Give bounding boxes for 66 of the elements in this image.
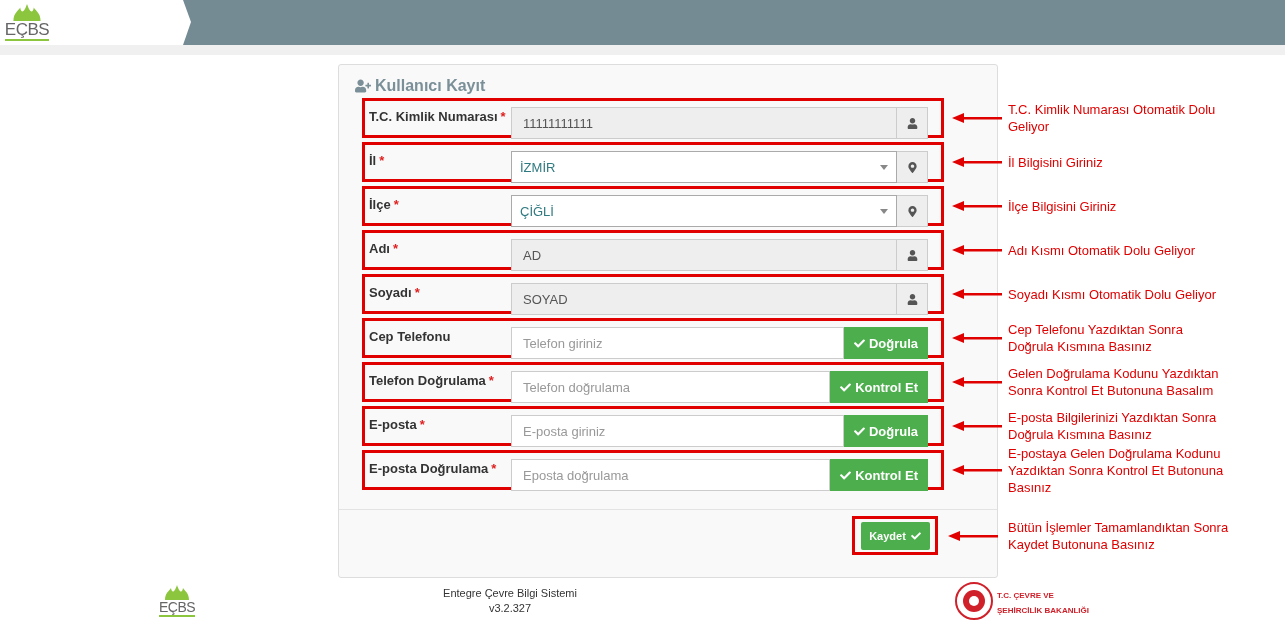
annotation-note: Adı Kısmı Otomatik Dolu Geliyor [1008,241,1197,259]
select-field[interactable]: İZMİR [511,151,897,183]
annotation-note: E-posta Bilgilerinizi Yazdıktan Sonra Doğrula Kısmına Basınız [1008,409,1218,443]
field-label: T.C. Kimlik Numarası * [369,108,507,124]
user-icon [906,249,918,261]
field-label: İlçe * [369,196,400,212]
verify-button[interactable]: Kontrol Et [830,371,928,403]
user-icon [906,117,918,129]
annotation-note: İlçe Bilgisini Giriniz [1008,197,1118,215]
verify-button[interactable]: Doğrula [843,415,928,447]
text-field[interactable]: SOYAD [511,283,897,315]
annotation-note: Gelen Doğrulama Kodunu Yazdıktan Sonra Kontrol Et Butonuna Basalım [1008,365,1220,399]
verify-button[interactable]: Kontrol Et [830,459,928,491]
emblem-icon [955,582,993,620]
map-pin-icon [906,161,918,173]
ministry-name: T.C. ÇEVRE VE [997,591,1054,600]
field-label: İl * [369,152,386,168]
logo-text: EÇBS [158,600,196,617]
system-name: Entegre Çevre Bilgi Sistemi [443,586,577,601]
leaf-icon [162,585,192,600]
logo-text: EÇBS [4,21,50,41]
text-field[interactable]: E-posta giriniz [511,415,844,447]
check-icon [853,337,865,349]
panel-title: Kullanıcı Kayıt [375,77,486,95]
annotation-note: Bütün İşlemler Tamamlandıktan Sonra Kaydet Butonuna Basınız [1008,518,1230,553]
text-field[interactable]: 11111111111 [511,107,897,139]
check-icon [840,381,852,393]
text-field[interactable]: AD [511,239,897,271]
caret-icon [880,164,888,170]
text-field[interactable]: Telefon doğrulama [511,371,831,403]
annotation-arrow [952,113,1002,123]
annotation-arrow [952,201,1002,211]
annotation-arrow [952,377,1002,387]
annotation-arrow [948,530,998,541]
check-icon [840,469,852,481]
field-label: E-posta * [369,416,426,432]
leaf-icon [10,4,44,21]
annotation-arrow [952,333,1002,343]
annotation-note: E-postaya Gelen Doğrulama Kodunu Yazdıktan Sonra Kontrol Et Butonuna Basınız [1008,444,1225,496]
text-field[interactable]: Eposta doğrulama [511,459,831,491]
field-label: Telefon Doğrulama * [369,372,495,388]
annotation-arrow [952,245,1002,255]
annotation-arrow [952,289,1002,299]
field-label: Cep Telefonu [369,328,452,344]
field-label: Soyadı * [369,284,421,300]
verify-button[interactable]: Doğrula [843,327,928,359]
ministry-name: ŞEHİRCİLİK BAKANLIĞI [997,606,1089,615]
annotation-arrow [952,157,1002,167]
caret-icon [880,208,888,214]
annotation-note: T.C. Kimlik Numarası Otomatik Dolu Geliyor [1008,101,1217,135]
map-pin-icon [906,205,918,217]
save-button[interactable]: Kaydet [860,521,930,550]
field-label: Adı * [369,240,399,256]
annotation-arrow [952,421,1002,431]
annotation-note: Cep Telefonu Yazdıktan Sonra Doğrula Kısmına Basınız [1008,321,1184,355]
check-icon [910,530,921,541]
version-text: v3.2.327 [488,601,532,616]
select-field[interactable]: ÇİĞLİ [511,195,897,227]
text-field[interactable]: Telefon giriniz [511,327,844,359]
user-icon [906,293,918,305]
annotation-note: Soyadı Kısmı Otomatik Dolu Geliyor [1008,285,1218,303]
annotation-note: İl Bilgisini Giriniz [1008,153,1104,171]
user-plus-icon [355,78,371,94]
check-icon [853,425,865,437]
field-label: E-posta Doğrulama * [369,460,498,476]
annotation-arrow [952,465,1002,475]
